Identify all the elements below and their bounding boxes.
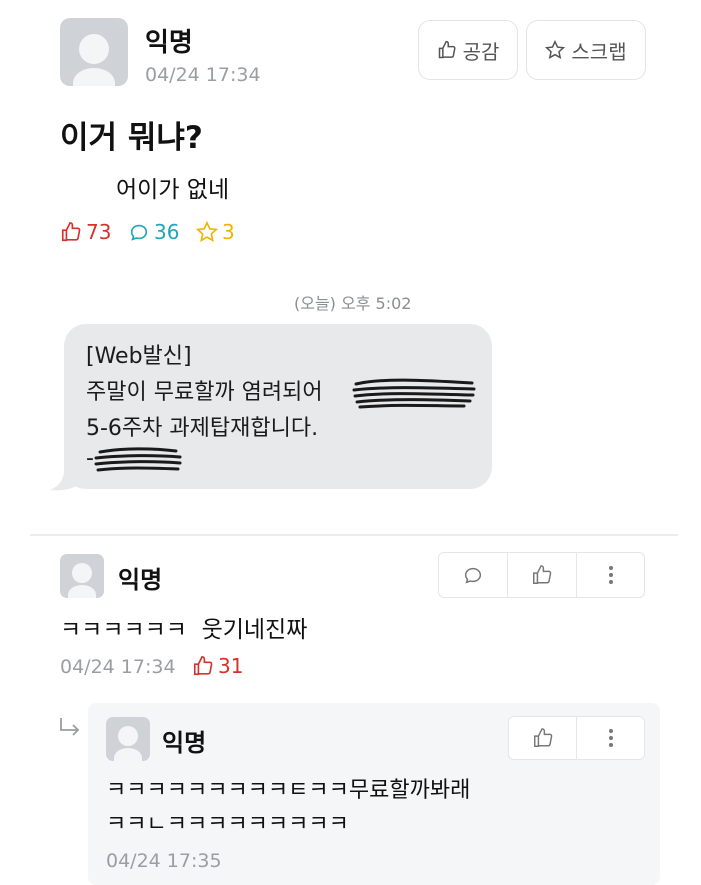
redaction-scribble [94,447,182,472]
reply-author: 익명 [162,729,207,757]
post-timestamp: 04/24 17:34 [145,64,261,86]
speech-bubble-icon [464,567,482,584]
reply-avatar [106,717,150,761]
scrap-count-value: 3 [222,220,235,244]
scrap-button-label: 스크랩 [571,39,627,64]
scrap-button[interactable]: 스크랩 [526,20,646,80]
message-timestamp: (오늘) 오후 5:02 [294,294,412,313]
post-title: 이거 뭐냐? [60,120,203,156]
reply-more-options-button[interactable] [577,717,644,759]
comment-avatar [60,554,104,598]
comment-like-button[interactable] [508,553,577,597]
divider [30,534,678,536]
more-vertical-icon [608,729,613,747]
like-button[interactable]: 공감 [418,20,518,80]
comment-like-count-value: 31 [218,654,244,678]
reply-like-button[interactable] [509,717,577,759]
reply-arrow-icon [60,718,80,736]
thumbs-up-icon [193,656,213,676]
like-count-value: 73 [86,220,112,244]
reply-button[interactable] [439,553,508,597]
comment-count: 36 [128,220,179,244]
comment-like-count: 31 [192,654,243,678]
thumbs-up-icon [533,728,552,747]
post-author: 익명 [145,28,193,58]
message-line-3: 5-6주차 과제탑재합니다. [86,416,319,441]
redaction-scribble [352,378,476,409]
post-avatar [60,18,128,86]
comment-timestamp: 04/24 17:34 [60,656,176,678]
message-line-2: 주말이 무료할까 염려되어 [86,380,323,405]
like-button-label: 공감 [462,39,500,64]
speech-bubble-icon [130,224,148,241]
comment-text: ㅋㅋㅋㅋㅋㅋ 웃기네진짜 [60,617,308,643]
more-options-button[interactable] [577,553,644,597]
comment-author: 익명 [118,566,163,594]
thumbs-up-icon [61,222,81,242]
like-count: 73 [60,220,111,244]
scrap-count: 3 [196,220,235,244]
comment-count-value: 36 [154,220,180,244]
thumbs-up-icon [438,40,456,59]
reply-timestamp: 04/24 17:35 [106,850,222,872]
reply-text-line-2: ㅋㅋㄴㅋㅋㅋㅋㅋㅋㅋㅋㅋ [106,812,349,837]
message-line-1: [Web발신] [86,344,192,369]
post-body: 어이가 없네 [116,177,230,203]
comment-actions [438,552,645,598]
reply-text-line-1: ㅋㅋㅋㅋㅋㅋㅋㅋㅋㅌㅋㅋ무료할까봐래 [106,778,471,803]
more-vertical-icon [608,566,613,584]
reply-actions [508,716,645,760]
star-icon [545,40,566,60]
star-icon [196,221,218,242]
thumbs-up-icon [533,565,552,584]
